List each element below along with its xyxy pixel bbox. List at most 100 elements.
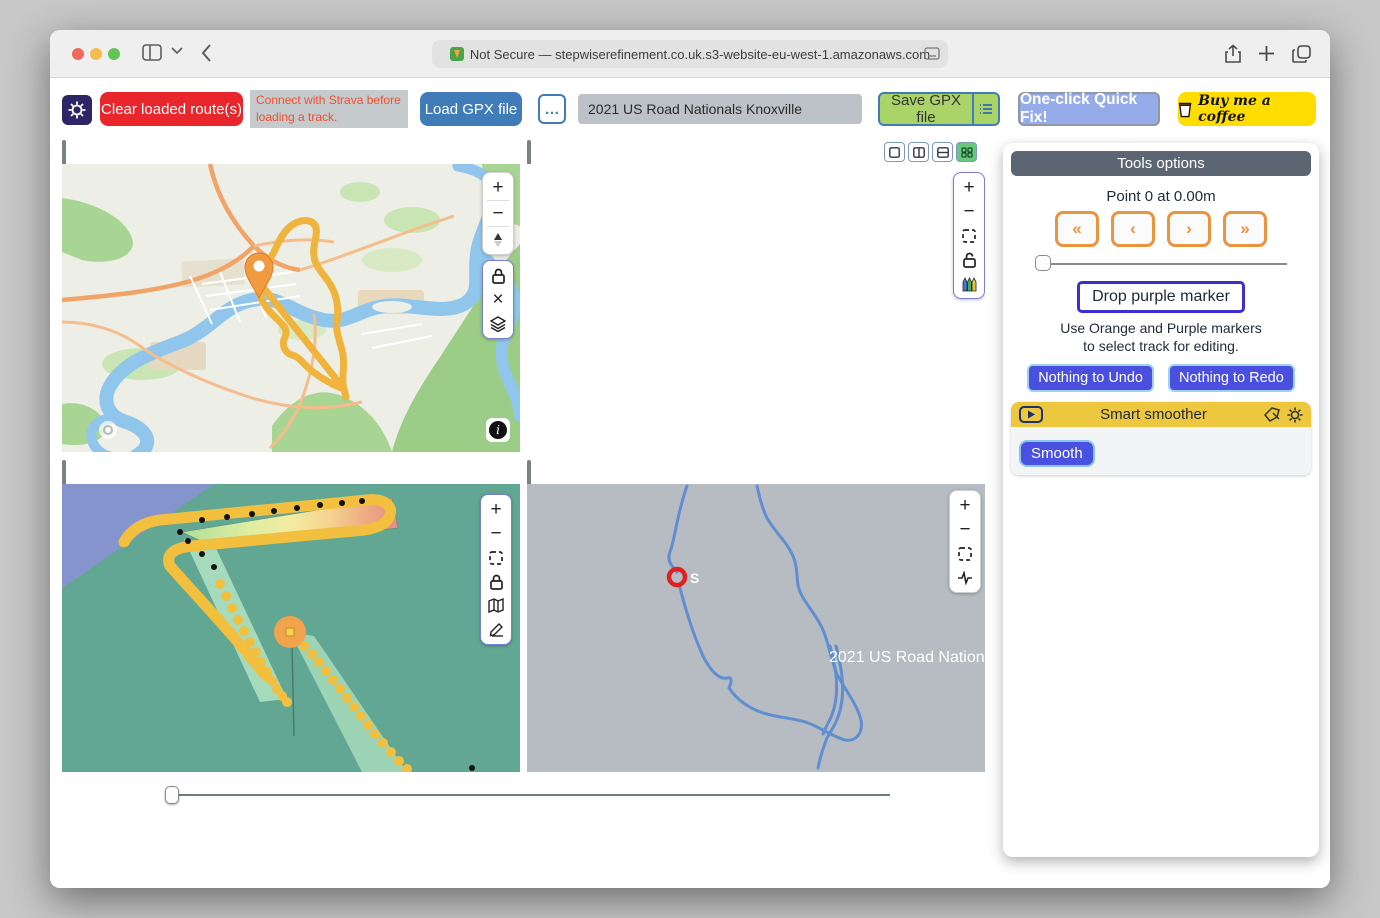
- play-icon[interactable]: [1019, 406, 1043, 424]
- browser-chrome: Not Secure — stepwiserefinement.co.uk.s3…: [50, 30, 1330, 78]
- fullscreen-icon[interactable]: [484, 546, 508, 569]
- zoom-in-button[interactable]: +: [953, 494, 977, 517]
- save-options-icon[interactable]: [972, 94, 998, 124]
- zoom-out-button[interactable]: −: [957, 200, 981, 223]
- layout-buttons: [884, 142, 977, 162]
- threed-canvas[interactable]: + −: [62, 484, 520, 772]
- zoom-out-button[interactable]: −: [953, 518, 977, 541]
- first-point-button[interactable]: «: [1055, 211, 1099, 247]
- share-icon[interactable]: [1224, 44, 1242, 64]
- save-gpx-button[interactable]: Save GPX file: [878, 92, 1000, 126]
- zoom-in-button[interactable]: +: [957, 176, 981, 199]
- threed-panel-tabs: [62, 460, 66, 484]
- zoom-in-button[interactable]: +: [486, 176, 510, 199]
- marker-hint: Use Orange and Purple markers to select …: [1060, 320, 1262, 355]
- map-tool-controls: ×: [482, 260, 514, 339]
- strava-connect-note: Connect with Strava before loading a tra…: [250, 90, 408, 128]
- smart-smoother-header: Smart smoother: [1011, 402, 1311, 428]
- new-tab-icon[interactable]: [1258, 45, 1275, 62]
- redo-button[interactable]: Nothing to Redo: [1168, 364, 1295, 393]
- coffee-cup-icon: [1178, 102, 1192, 118]
- layout-single-button[interactable]: [884, 142, 905, 162]
- prev-point-button[interactable]: ‹: [1111, 211, 1155, 247]
- close-window-button[interactable]: [72, 48, 84, 60]
- sidebar-toggle-icon[interactable]: [142, 44, 162, 61]
- crayons-icon[interactable]: [957, 272, 981, 295]
- elevation-profile-panel[interactable]: + −: [527, 164, 985, 452]
- zoom-out-button[interactable]: −: [484, 522, 508, 545]
- url-text: Not Secure — stepwiserefinement.co.uk.s3…: [469, 46, 931, 62]
- layout-two-columns-button[interactable]: [908, 142, 929, 162]
- buy-coffee-label: Buy me a coffee: [1198, 93, 1271, 125]
- browser-window: Not Secure — stepwiserefinement.co.uk.s3…: [50, 30, 1330, 888]
- partial-tool-row: [1011, 480, 1311, 490]
- slider-thumb[interactable]: [165, 786, 179, 804]
- next-point-button[interactable]: ›: [1167, 211, 1211, 247]
- chevron-down-icon[interactable]: [171, 47, 183, 55]
- quick-fix-button[interactable]: One-click Quick Fix!: [1018, 91, 1160, 126]
- fullscreen-icon[interactable]: [957, 224, 981, 247]
- point-position-label: Point 0 at 0.00m: [1106, 188, 1216, 205]
- point-nav-row: « ‹ › »: [1011, 211, 1311, 247]
- map-fold-icon[interactable]: [484, 594, 508, 617]
- threed-scenery: [62, 484, 520, 772]
- smooth-button[interactable]: Smooth: [1019, 440, 1095, 468]
- save-gpx-label: Save GPX file: [890, 92, 962, 126]
- smart-smoother-panel: Smart smoother Smooth: [1011, 402, 1311, 476]
- undo-redo-row: Nothing to Undo Nothing to Redo: [1011, 364, 1311, 393]
- layers-icon[interactable]: [486, 312, 510, 335]
- map-zoom-controls: + −: [482, 172, 514, 255]
- threed-controls: + −: [480, 494, 512, 645]
- point-slider[interactable]: [1035, 253, 1287, 275]
- address-bar[interactable]: Not Secure — stepwiserefinement.co.uk.s3…: [432, 40, 948, 68]
- start-label: S: [690, 570, 699, 586]
- route-watermark: 2021 US Road Nationals: [829, 649, 985, 666]
- route-panel-tabs: [527, 460, 531, 484]
- site-favicon-icon: [449, 47, 464, 61]
- profile-panel-tabs: [527, 140, 531, 164]
- profile-controls: + −: [953, 172, 985, 299]
- clear-routes-button[interactable]: Clear loaded route(s): [100, 92, 243, 126]
- smart-smoother-title: Smart smoother: [1100, 406, 1207, 424]
- slider-track[interactable]: [165, 794, 890, 796]
- drop-purple-marker-button[interactable]: Drop purple marker: [1077, 281, 1245, 313]
- smart-smoother-body: Smooth: [1011, 427, 1311, 476]
- undo-button[interactable]: Nothing to Undo: [1027, 364, 1154, 393]
- close-icon[interactable]: ×: [486, 288, 510, 311]
- last-point-button[interactable]: »: [1223, 211, 1267, 247]
- tab-overview-icon[interactable]: [1292, 44, 1312, 64]
- tag-pen-icon[interactable]: [1264, 407, 1281, 423]
- load-gpx-button[interactable]: Load GPX file: [420, 92, 522, 126]
- tools-options-header: Tools options: [1011, 151, 1311, 176]
- track-position-slider[interactable]: [165, 786, 890, 804]
- smoother-gear-icon[interactable]: [1287, 407, 1303, 423]
- pulse-icon[interactable]: [953, 566, 977, 589]
- unlock-icon[interactable]: [957, 248, 981, 271]
- minimize-window-button[interactable]: [90, 48, 102, 60]
- route-controls: + −: [949, 490, 981, 593]
- zoom-in-button[interactable]: +: [484, 498, 508, 521]
- elevation-profile-chart[interactable]: [527, 164, 985, 452]
- zoom-window-button[interactable]: [108, 48, 120, 60]
- map-canvas[interactable]: + − × i: [62, 164, 520, 452]
- compass-icon[interactable]: [486, 228, 510, 251]
- map-info-button[interactable]: i: [486, 418, 510, 442]
- back-icon[interactable]: [200, 43, 212, 63]
- more-options-button[interactable]: …: [538, 94, 566, 124]
- layout-grid-button[interactable]: [956, 142, 977, 162]
- route-name-input[interactable]: 2021 US Road Nationals Knoxville: [578, 94, 862, 124]
- buy-coffee-button[interactable]: Buy me a coffee: [1178, 92, 1316, 126]
- fullscreen-icon[interactable]: [953, 542, 977, 565]
- lock-icon[interactable]: [486, 264, 510, 287]
- layout-two-rows-button[interactable]: [932, 142, 953, 162]
- pencil-icon[interactable]: [484, 618, 508, 641]
- lock-icon[interactable]: [484, 570, 508, 593]
- route-outline: S 2021 US Road Nationals: [666, 484, 985, 770]
- map-panel-tabs: [62, 140, 66, 164]
- map-shields: [62, 164, 520, 452]
- reader-icon[interactable]: [924, 47, 940, 60]
- settings-gear-button[interactable]: [62, 95, 92, 125]
- route-canvas[interactable]: S 2021 US Road Nationals + −: [527, 484, 985, 772]
- zoom-out-button[interactable]: −: [486, 202, 510, 225]
- tools-sidebar: Tools options Point 0 at 0.00m « ‹ › » D…: [1003, 143, 1319, 857]
